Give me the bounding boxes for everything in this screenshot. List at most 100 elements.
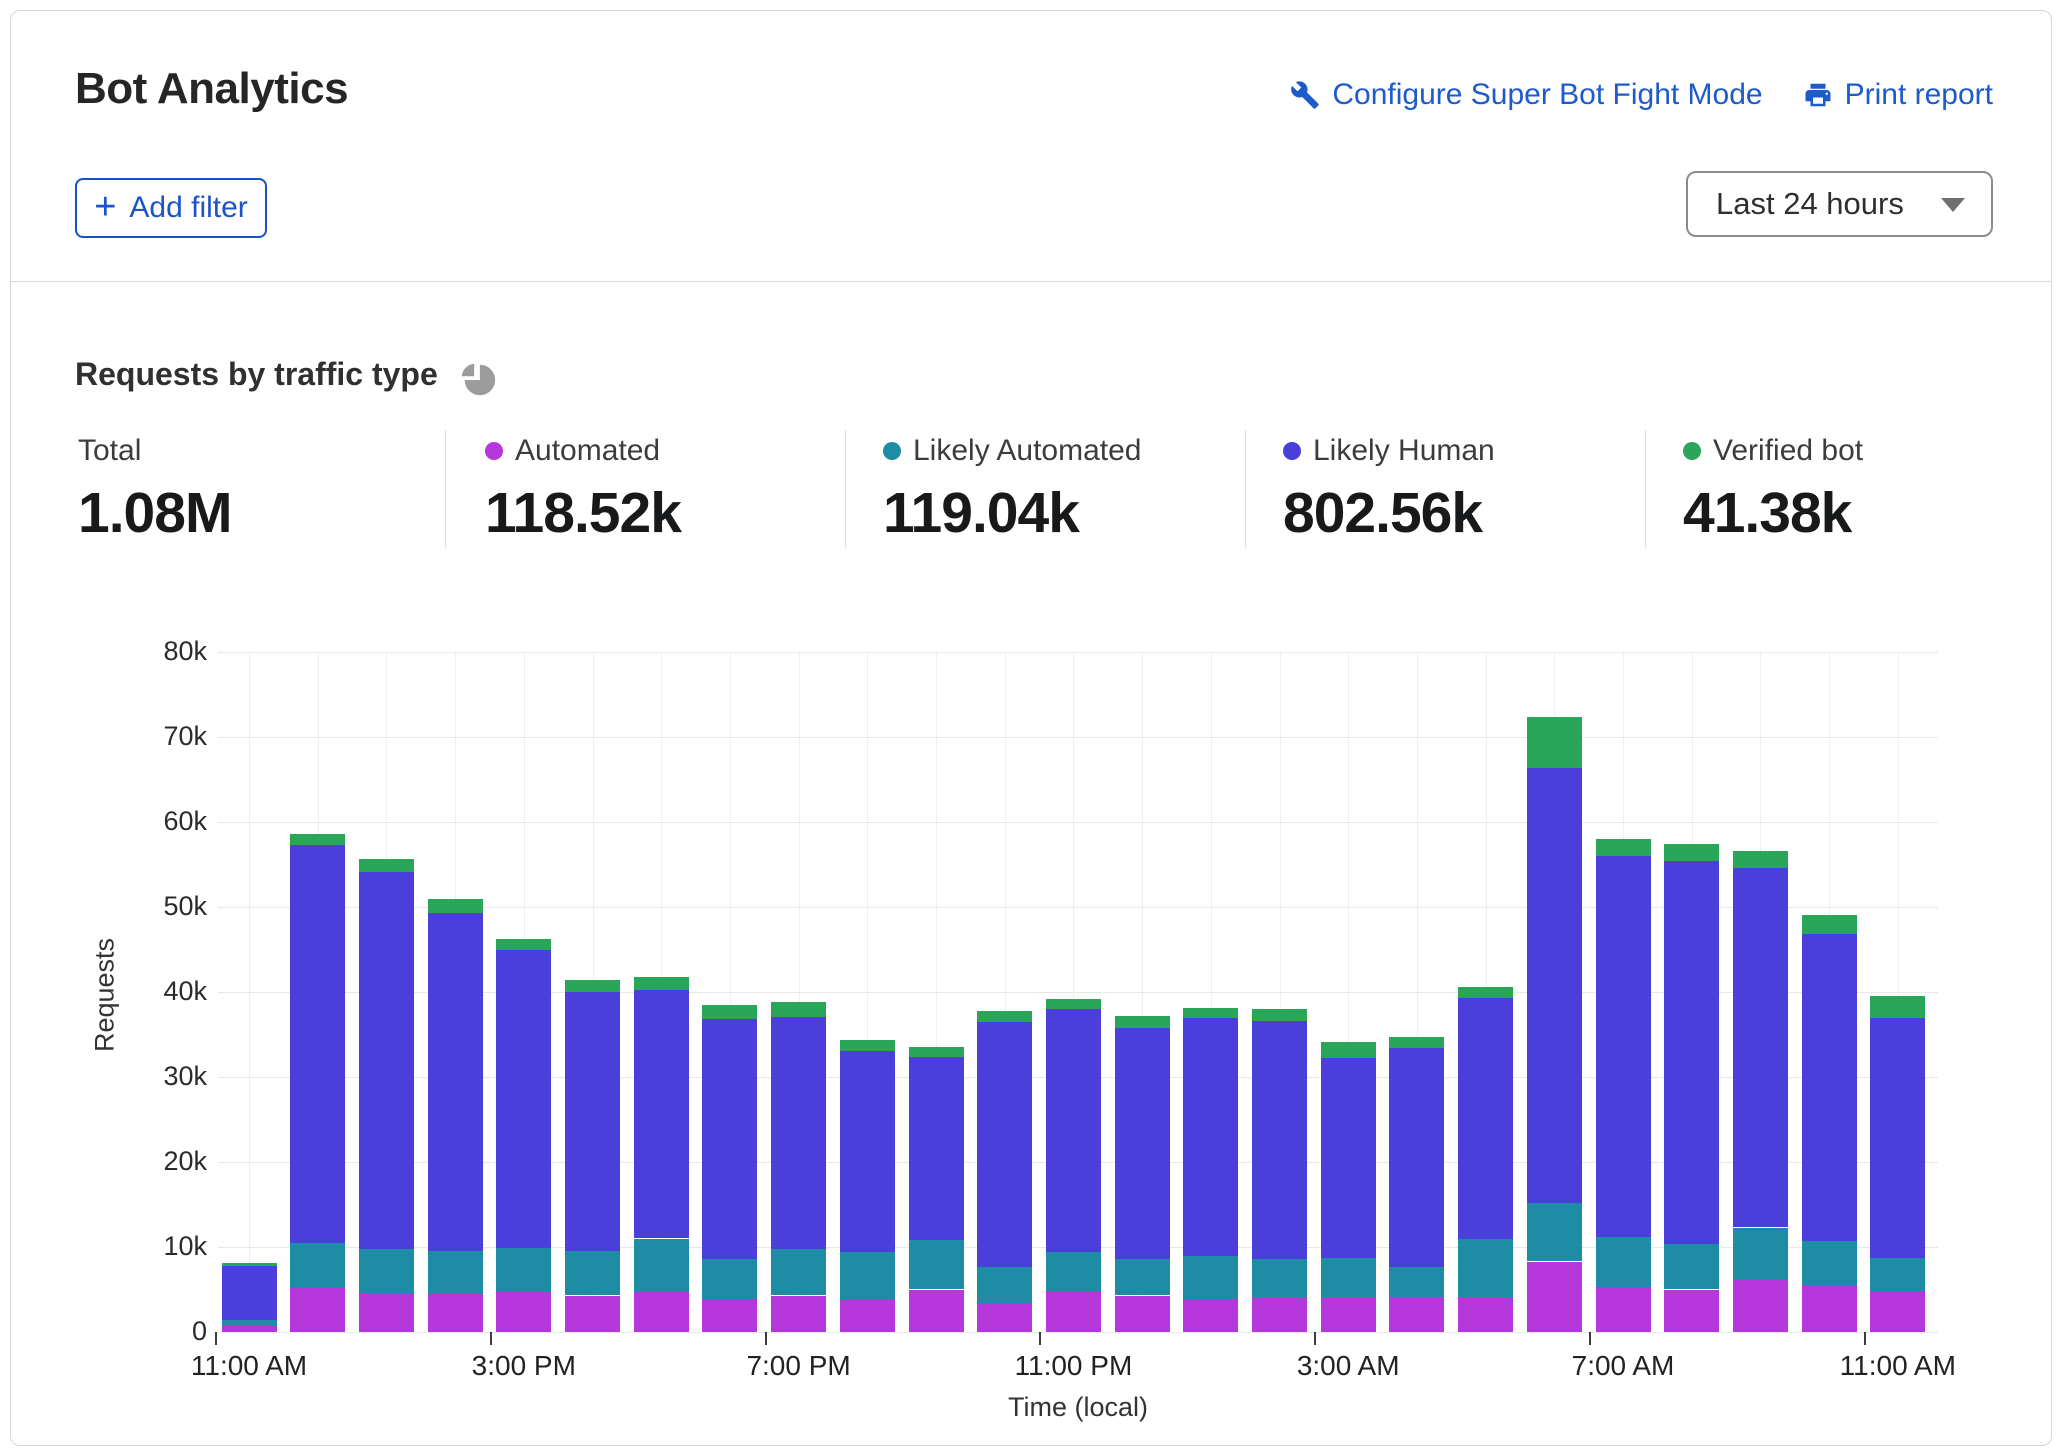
bar-segment-automated[interactable] bbox=[1664, 1290, 1719, 1333]
bar-segment-likely-human[interactable] bbox=[1527, 768, 1582, 1203]
bar-segment-likely-human[interactable] bbox=[1458, 998, 1513, 1239]
bar-segment-automated[interactable] bbox=[977, 1303, 1032, 1332]
bar-segment-likely-human[interactable] bbox=[977, 1022, 1032, 1268]
bar-segment-automated[interactable] bbox=[496, 1292, 551, 1332]
bar-segment-likely-automated[interactable] bbox=[359, 1249, 414, 1293]
bar-segment-likely-human[interactable] bbox=[840, 1051, 895, 1253]
bar-segment-automated[interactable] bbox=[1458, 1298, 1513, 1332]
bar-segment-likely-automated[interactable] bbox=[909, 1240, 964, 1289]
bar-segment-likely-automated[interactable] bbox=[634, 1239, 689, 1293]
stat-verified-bot[interactable]: Verified bot41.38k bbox=[1683, 434, 1863, 546]
bar-segment-verified-bot[interactable] bbox=[290, 834, 345, 845]
stat-likely-human[interactable]: Likely Human802.56k bbox=[1283, 434, 1495, 546]
bar-segment-automated[interactable] bbox=[909, 1290, 964, 1333]
bar-segment-verified-bot[interactable] bbox=[1733, 851, 1788, 868]
bar-segment-verified-bot[interactable] bbox=[1046, 999, 1101, 1009]
bar-segment-verified-bot[interactable] bbox=[1183, 1008, 1238, 1018]
bar-segment-likely-human[interactable] bbox=[909, 1057, 964, 1241]
bar-segment-verified-bot[interactable] bbox=[496, 939, 551, 950]
bar-segment-likely-human[interactable] bbox=[1252, 1021, 1307, 1259]
bar-segment-automated[interactable] bbox=[1389, 1297, 1444, 1332]
bar-segment-automated[interactable] bbox=[1733, 1280, 1788, 1332]
bar-segment-likely-automated[interactable] bbox=[1596, 1237, 1651, 1287]
bar-segment-likely-automated[interactable] bbox=[840, 1252, 895, 1300]
bar-segment-likely-automated[interactable] bbox=[1458, 1239, 1513, 1298]
bar-segment-likely-automated[interactable] bbox=[977, 1267, 1032, 1303]
bar-segment-verified-bot[interactable] bbox=[1252, 1009, 1307, 1021]
bar-segment-automated[interactable] bbox=[428, 1294, 483, 1332]
bar-segment-likely-human[interactable] bbox=[1802, 934, 1857, 1241]
bar-segment-likely-human[interactable] bbox=[428, 913, 483, 1251]
bar-segment-automated[interactable] bbox=[222, 1326, 277, 1332]
add-filter-button[interactable]: + Add filter bbox=[75, 178, 267, 238]
bar-segment-verified-bot[interactable] bbox=[977, 1011, 1032, 1022]
bar-segment-verified-bot[interactable] bbox=[359, 859, 414, 873]
bar-segment-automated[interactable] bbox=[1183, 1299, 1238, 1332]
bar-segment-likely-automated[interactable] bbox=[1321, 1258, 1376, 1298]
bar-segment-likely-automated[interactable] bbox=[771, 1249, 826, 1296]
bar-segment-verified-bot[interactable] bbox=[702, 1005, 757, 1020]
bar-segment-verified-bot[interactable] bbox=[771, 1002, 826, 1017]
bar-segment-automated[interactable] bbox=[1321, 1298, 1376, 1332]
time-range-select[interactable]: Last 24 hours bbox=[1686, 171, 1993, 237]
bar-segment-automated[interactable] bbox=[1596, 1287, 1651, 1332]
bar-segment-verified-bot[interactable] bbox=[1389, 1037, 1444, 1048]
stat-automated[interactable]: Automated118.52k bbox=[485, 434, 681, 546]
bar-segment-verified-bot[interactable] bbox=[840, 1040, 895, 1051]
bar-segment-likely-automated[interactable] bbox=[565, 1251, 620, 1295]
bar-segment-verified-bot[interactable] bbox=[909, 1047, 964, 1056]
bar-segment-likely-automated[interactable] bbox=[222, 1320, 277, 1326]
bar-segment-verified-bot[interactable] bbox=[565, 980, 620, 992]
bar-segment-verified-bot[interactable] bbox=[1664, 844, 1719, 861]
bar-segment-likely-human[interactable] bbox=[290, 845, 345, 1243]
bar-segment-likely-automated[interactable] bbox=[290, 1243, 345, 1288]
bar-segment-likely-human[interactable] bbox=[634, 990, 689, 1238]
bar-segment-verified-bot[interactable] bbox=[428, 899, 483, 914]
bar-segment-likely-automated[interactable] bbox=[1664, 1244, 1719, 1290]
bar-segment-likely-automated[interactable] bbox=[1046, 1252, 1101, 1292]
bar-segment-likely-human[interactable] bbox=[1389, 1048, 1444, 1267]
bar-segment-likely-human[interactable] bbox=[1870, 1018, 1925, 1259]
bar-segment-verified-bot[interactable] bbox=[1802, 915, 1857, 935]
bar-segment-likely-automated[interactable] bbox=[1870, 1258, 1925, 1291]
bar-segment-verified-bot[interactable] bbox=[1870, 996, 1925, 1017]
bar-segment-likely-automated[interactable] bbox=[496, 1248, 551, 1292]
bar-segment-automated[interactable] bbox=[634, 1292, 689, 1332]
bar-segment-likely-human[interactable] bbox=[359, 872, 414, 1249]
bar-segment-verified-bot[interactable] bbox=[1458, 987, 1513, 998]
bar-segment-automated[interactable] bbox=[359, 1293, 414, 1332]
bar-segment-likely-human[interactable] bbox=[1596, 856, 1651, 1237]
bar-segment-automated[interactable] bbox=[565, 1296, 620, 1333]
bar-segment-likely-automated[interactable] bbox=[1527, 1203, 1582, 1262]
bar-segment-automated[interactable] bbox=[1115, 1296, 1170, 1333]
bar-segment-automated[interactable] bbox=[702, 1299, 757, 1332]
bar-segment-automated[interactable] bbox=[1527, 1262, 1582, 1333]
bar-segment-verified-bot[interactable] bbox=[222, 1263, 277, 1266]
bar-segment-verified-bot[interactable] bbox=[1527, 717, 1582, 768]
bar-segment-verified-bot[interactable] bbox=[1321, 1042, 1376, 1058]
bar-segment-likely-human[interactable] bbox=[1183, 1018, 1238, 1255]
bar-segment-likely-human[interactable] bbox=[222, 1266, 277, 1320]
bar-segment-likely-human[interactable] bbox=[1664, 861, 1719, 1244]
bar-segment-likely-automated[interactable] bbox=[1252, 1259, 1307, 1298]
bar-segment-likely-human[interactable] bbox=[1046, 1009, 1101, 1252]
bar-segment-likely-human[interactable] bbox=[496, 950, 551, 1248]
bar-segment-automated[interactable] bbox=[1870, 1291, 1925, 1332]
bar-segment-verified-bot[interactable] bbox=[634, 977, 689, 991]
bar-segment-likely-human[interactable] bbox=[1733, 868, 1788, 1228]
bar-segment-likely-human[interactable] bbox=[771, 1017, 826, 1249]
bar-segment-verified-bot[interactable] bbox=[1115, 1016, 1170, 1028]
bar-segment-likely-human[interactable] bbox=[702, 1019, 757, 1259]
bar-segment-verified-bot[interactable] bbox=[1596, 839, 1651, 856]
bar-segment-automated[interactable] bbox=[1802, 1285, 1857, 1332]
bar-segment-automated[interactable] bbox=[1252, 1298, 1307, 1332]
bar-segment-likely-human[interactable] bbox=[1115, 1028, 1170, 1259]
bar-segment-automated[interactable] bbox=[840, 1300, 895, 1332]
stat-likely-automated[interactable]: Likely Automated119.04k bbox=[883, 434, 1141, 546]
bar-segment-automated[interactable] bbox=[290, 1288, 345, 1332]
bar-segment-likely-automated[interactable] bbox=[1733, 1228, 1788, 1281]
bar-segment-automated[interactable] bbox=[1046, 1292, 1101, 1332]
bar-segment-likely-automated[interactable] bbox=[1183, 1256, 1238, 1299]
bar-segment-likely-automated[interactable] bbox=[1115, 1259, 1170, 1296]
bar-segment-automated[interactable] bbox=[771, 1296, 826, 1333]
